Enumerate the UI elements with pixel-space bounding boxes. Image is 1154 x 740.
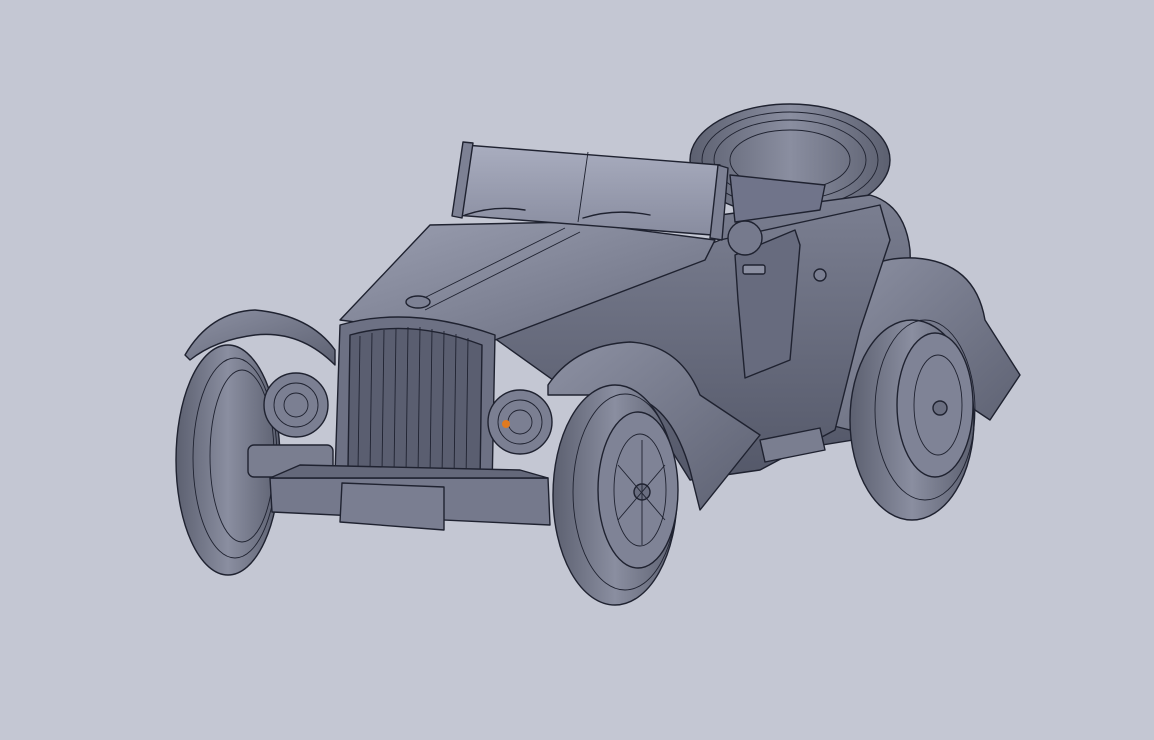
- license-plate: [339, 482, 445, 531]
- radiator-grille: [334, 316, 496, 491]
- 3d-viewport[interactable]: [0, 0, 1154, 740]
- rear-wheel: [849, 319, 976, 521]
- door-handle-icon: [742, 264, 766, 275]
- headlight-left: [263, 372, 329, 438]
- radiator-cap: [405, 295, 431, 309]
- headlight-right: [487, 389, 553, 455]
- steering-knob: [727, 220, 763, 256]
- front-wheel-right: [552, 384, 679, 606]
- car-model[interactable]: [0, 0, 1154, 740]
